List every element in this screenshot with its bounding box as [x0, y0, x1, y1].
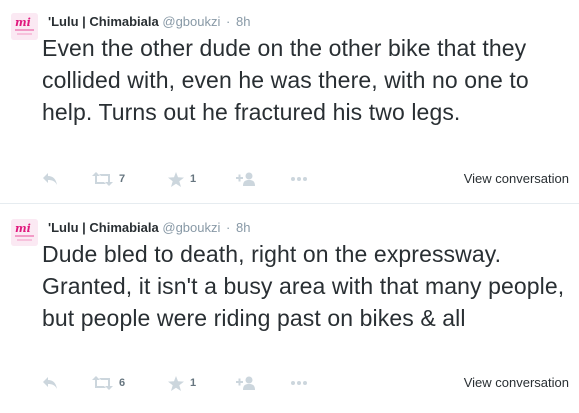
favorite-button[interactable]: 1 — [168, 170, 196, 188]
more-button[interactable] — [290, 170, 308, 188]
avatar[interactable]: mi — [11, 13, 38, 40]
follow-icon — [236, 376, 255, 390]
retweet-count: 6 — [119, 377, 126, 389]
tweet-header: 'Lulu | Chimabiala @gboukzi · 8h — [48, 14, 250, 30]
star-icon — [168, 375, 184, 391]
tweet-actions: 6 1 View conversation — [42, 374, 579, 392]
svg-text:mi: mi — [15, 16, 31, 29]
star-icon — [168, 171, 184, 187]
tweet-text: Even the other dude on the other bike th… — [42, 35, 529, 125]
separator-dot: · — [226, 220, 231, 235]
follow-icon — [236, 172, 255, 186]
follow-button[interactable] — [236, 374, 256, 392]
reply-icon — [43, 377, 57, 389]
retweet-icon — [92, 172, 113, 186]
avatar[interactable]: mi — [11, 219, 38, 246]
view-conversation-link[interactable]: View conversation — [464, 375, 569, 390]
separator-dot: · — [226, 14, 231, 29]
timestamp[interactable]: 8h — [236, 220, 250, 235]
favorite-count: 1 — [190, 173, 197, 185]
follow-button[interactable] — [236, 170, 256, 188]
reply-button[interactable] — [42, 170, 58, 188]
tweet[interactable]: mi 'Lulu | Chimabiala @gboukzi · 8h Dude… — [0, 206, 579, 413]
tweet-text: Dude bled to death, right on the express… — [42, 241, 565, 331]
favorite-count: 1 — [190, 377, 197, 389]
reply-button[interactable] — [42, 374, 58, 392]
retweet-button[interactable]: 7 — [92, 170, 125, 188]
display-name[interactable]: 'Lulu | Chimabiala — [48, 220, 159, 235]
more-icon — [291, 381, 307, 385]
retweet-count: 7 — [119, 173, 126, 185]
retweet-button[interactable]: 6 — [92, 374, 125, 392]
tweet-divider — [0, 203, 579, 204]
timestamp[interactable]: 8h — [236, 14, 250, 29]
tweet-actions: 7 1 View conversation — [42, 170, 579, 188]
favorite-button[interactable]: 1 — [168, 374, 196, 392]
more-button[interactable] — [290, 374, 308, 392]
tweet-header: 'Lulu | Chimabiala @gboukzi · 8h — [48, 220, 250, 236]
display-name[interactable]: 'Lulu | Chimabiala — [48, 14, 159, 29]
tweet[interactable]: mi 'Lulu | Chimabiala @gboukzi · 8h Even… — [0, 0, 579, 203]
retweet-icon — [92, 376, 113, 390]
username[interactable]: @gboukzi — [162, 220, 220, 235]
reply-icon — [43, 173, 57, 185]
more-icon — [291, 177, 307, 181]
svg-text:mi: mi — [15, 222, 31, 235]
view-conversation-link[interactable]: View conversation — [464, 171, 569, 186]
username[interactable]: @gboukzi — [162, 14, 220, 29]
